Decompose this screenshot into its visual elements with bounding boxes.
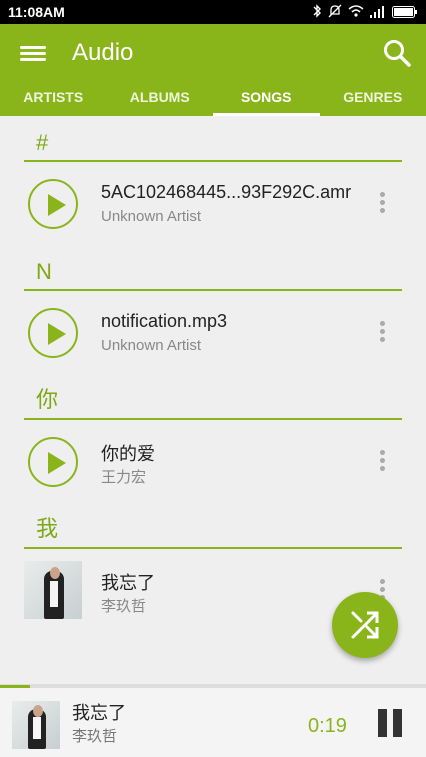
pause-icon: [378, 709, 387, 737]
section-header-label: 我: [36, 516, 59, 541]
now-playing-artist: 李玖哲: [72, 728, 118, 745]
shuffle-button[interactable]: [332, 592, 398, 658]
play-icon[interactable]: [28, 308, 78, 358]
status-time: 11:08AM: [8, 4, 65, 20]
app-bar: Audio ARTISTS ALBUMS SONGS GENRES: [0, 24, 426, 116]
page-title: Audio: [72, 39, 134, 66]
list-item[interactable]: 你的爱 王力宏: [0, 420, 426, 503]
section-header: 我: [24, 503, 402, 549]
status-bar: 11:08AM: [0, 0, 426, 24]
section-header-label: #: [36, 130, 49, 155]
song-title: notification.mp3: [101, 311, 228, 331]
song-artist: 王力宏: [101, 469, 147, 486]
section-header: 你: [24, 374, 402, 420]
section-header: N: [24, 245, 402, 291]
tab-songs[interactable]: SONGS: [213, 80, 320, 116]
tab-albums[interactable]: ALBUMS: [107, 80, 214, 116]
song-artist: Unknown Artist: [101, 208, 202, 225]
tab-bar: ARTISTS ALBUMS SONGS GENRES: [0, 80, 426, 116]
tab-artists[interactable]: ARTISTS: [0, 80, 107, 116]
song-title: 你的爱: [101, 444, 155, 464]
section-header: #: [24, 116, 402, 162]
section-header-label: 你: [36, 387, 59, 412]
mute-icon: [328, 4, 342, 23]
progress-fill: [0, 685, 30, 688]
shuffle-icon: [351, 611, 379, 639]
more-options-icon[interactable]: [380, 450, 386, 472]
wifi-icon: [348, 4, 364, 23]
album-artwork: [24, 561, 82, 619]
status-icons: [312, 4, 418, 23]
signal-icon: [370, 5, 386, 23]
song-title: 5AC102468445...93F292C.amr: [101, 182, 352, 202]
tab-genres[interactable]: GENRES: [320, 80, 426, 116]
pause-button[interactable]: [378, 709, 404, 737]
section-header-label: N: [36, 259, 52, 284]
elapsed-time: 0:19: [308, 715, 347, 737]
more-options-icon[interactable]: [380, 321, 386, 343]
now-playing-artwork: [12, 701, 60, 749]
progress-bar[interactable]: [0, 685, 426, 688]
now-playing-bar[interactable]: 我忘了 李玖哲 0:19: [0, 684, 426, 757]
battery-icon: [392, 5, 418, 23]
more-options-icon[interactable]: [380, 192, 386, 214]
search-icon[interactable]: [382, 38, 412, 68]
now-playing-title: 我忘了: [72, 703, 126, 723]
song-title: 我忘了: [101, 573, 155, 593]
song-artist: Unknown Artist: [101, 337, 202, 354]
bluetooth-icon: [312, 4, 322, 23]
play-icon[interactable]: [28, 437, 78, 487]
play-icon[interactable]: [28, 179, 78, 229]
list-item[interactable]: notification.mp3 Unknown Artist: [0, 291, 426, 374]
menu-icon[interactable]: [20, 42, 46, 64]
song-artist: 李玖哲: [101, 598, 147, 615]
list-item[interactable]: 5AC102468445...93F292C.amr Unknown Artis…: [0, 162, 426, 245]
